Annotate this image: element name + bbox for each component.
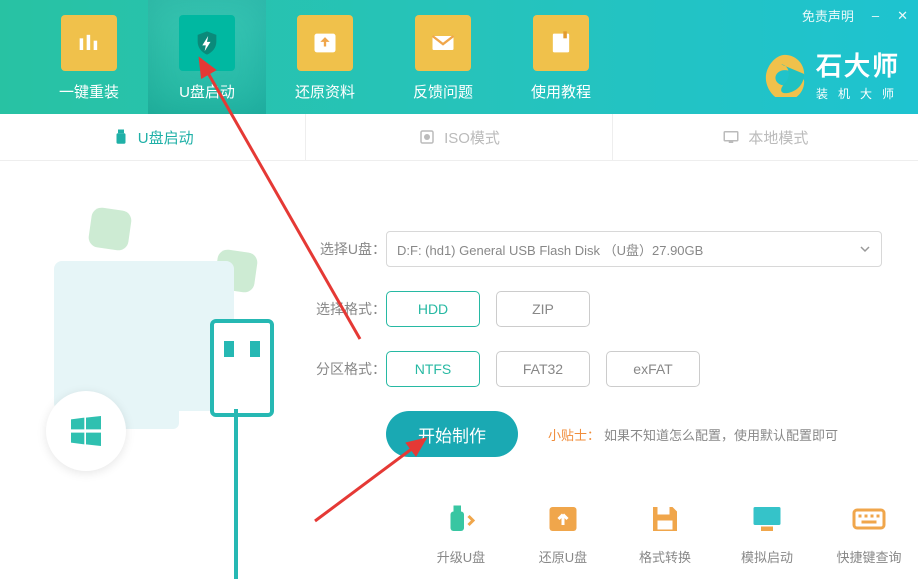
start-button[interactable]: 开始制作 xyxy=(386,411,518,457)
shield-bolt-icon xyxy=(179,15,235,71)
nav-item-restore[interactable]: 还原资料 xyxy=(266,0,384,114)
disk-dropdown-value: D:F: (hd1) General USB Flash Disk （U盘）27… xyxy=(397,240,703,259)
nav-label: U盘启动 xyxy=(179,81,235,102)
tip: 小贴士： 如果不知道怎么配置，使用默认配置即可 xyxy=(548,425,838,444)
disk-dropdown[interactable]: D:F: (hd1) General USB Flash Disk （U盘）27… xyxy=(386,231,882,267)
usb-icon xyxy=(112,128,130,146)
tool-restore-upan[interactable]: 还原U盘 xyxy=(522,499,604,566)
subtab-label: ISO模式 xyxy=(444,127,500,148)
fs-option-ntfs[interactable]: NTFS xyxy=(386,351,480,387)
monitor-icon xyxy=(722,128,740,146)
tip-text: 如果不知道怎么配置，使用默认配置即可 xyxy=(604,428,838,443)
envelope-icon xyxy=(415,15,471,71)
tool-label: 格式转换 xyxy=(639,547,691,566)
fs-segment: NTFS FAT32 exFAT xyxy=(386,351,700,387)
nav-label: 还原资料 xyxy=(295,81,355,102)
brand-logo-icon xyxy=(762,51,808,97)
subtab-upan[interactable]: U盘启动 xyxy=(0,114,306,160)
tool-label: 升级U盘 xyxy=(437,547,485,566)
brand: 石大师 装机大师 xyxy=(762,46,904,102)
format-option-hdd[interactable]: HDD xyxy=(386,291,480,327)
tool-upgrade-upan[interactable]: 升级U盘 xyxy=(420,499,502,566)
fs-label: 分区格式： xyxy=(310,359,386,379)
subtab-local[interactable]: 本地模式 xyxy=(613,114,918,160)
fs-option-exfat[interactable]: exFAT xyxy=(606,351,700,387)
format-option-zip[interactable]: ZIP xyxy=(496,291,590,327)
select-disk-label: 选择U盘： xyxy=(310,239,386,259)
nav-label: 反馈问题 xyxy=(413,81,473,102)
format-label: 选择格式： xyxy=(310,299,386,319)
subtabs: U盘启动 ISO模式 本地模式 xyxy=(0,114,918,161)
keyboard-icon xyxy=(847,499,891,539)
bars-icon xyxy=(61,15,117,71)
tool-label: 模拟启动 xyxy=(741,547,793,566)
fs-option-fat32[interactable]: FAT32 xyxy=(496,351,590,387)
brand-subtitle: 装机大师 xyxy=(816,85,904,102)
format-segment: HDD ZIP xyxy=(386,291,590,327)
tool-label: 还原U盘 xyxy=(539,547,587,566)
leaf-icon xyxy=(87,206,132,251)
simulate-icon xyxy=(745,499,789,539)
disclaimer-link[interactable]: 免责声明 xyxy=(800,4,856,27)
config-form: 选择U盘： D:F: (hd1) General USB Flash Disk … xyxy=(310,231,882,481)
nav-label: 一键重装 xyxy=(59,81,119,102)
restore-icon xyxy=(541,499,585,539)
book-icon xyxy=(533,15,589,71)
windows-circle-icon xyxy=(46,391,126,471)
brand-title: 石大师 xyxy=(816,46,904,83)
nav-item-feedback[interactable]: 反馈问题 xyxy=(384,0,502,114)
minimize-button[interactable]: – xyxy=(870,6,881,25)
nav-item-tutorial[interactable]: 使用教程 xyxy=(502,0,620,114)
monitor-graphic xyxy=(54,261,234,411)
save-icon xyxy=(643,499,687,539)
subtab-label: 本地模式 xyxy=(748,127,808,148)
subtab-iso[interactable]: ISO模式 xyxy=(306,114,612,160)
illustration xyxy=(30,191,290,451)
tool-shortcut-query[interactable]: 快捷键查询 xyxy=(828,499,910,566)
body: 选择U盘： D:F: (hd1) General USB Flash Disk … xyxy=(0,161,918,579)
tool-label: 快捷键查询 xyxy=(836,547,901,566)
close-button[interactable]: ✕ xyxy=(895,6,910,26)
iso-icon xyxy=(418,128,436,146)
subtab-label: U盘启动 xyxy=(138,127,194,148)
nav-label: 使用教程 xyxy=(531,81,591,102)
tip-label: 小贴士： xyxy=(548,428,600,443)
app-header: 一键重装 U盘启动 还原资料 反馈问题 xyxy=(0,0,918,114)
tool-simulate-boot[interactable]: 模拟启动 xyxy=(726,499,808,566)
window-controls: 免责声明 – ✕ xyxy=(800,4,910,27)
bottom-toolbar: 升级U盘 还原U盘 格式转换 模拟启动 快捷键查询 xyxy=(420,499,910,566)
usb-upgrade-icon xyxy=(439,499,483,539)
upload-box-icon xyxy=(297,15,353,71)
usb-plug-graphic xyxy=(210,319,274,417)
chevron-down-icon xyxy=(859,243,871,255)
tool-format-convert[interactable]: 格式转换 xyxy=(624,499,706,566)
usb-cable-graphic xyxy=(234,409,238,579)
nav-item-upan[interactable]: U盘启动 xyxy=(148,0,266,114)
nav-item-reinstall[interactable]: 一键重装 xyxy=(30,0,148,114)
main-nav: 一键重装 U盘启动 还原资料 反馈问题 xyxy=(0,0,620,114)
